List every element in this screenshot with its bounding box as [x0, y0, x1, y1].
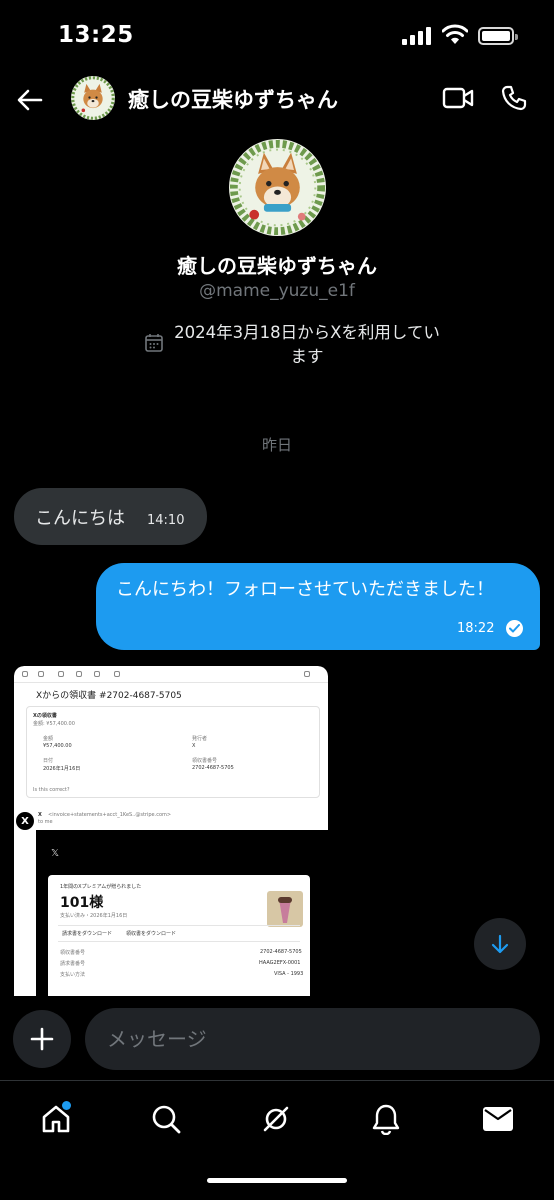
- message-time: 14:10: [147, 513, 185, 528]
- nav-grok[interactable]: [250, 1097, 302, 1141]
- wifi-icon: [442, 24, 468, 44]
- nav-notifications[interactable]: [360, 1097, 412, 1141]
- image-attachment[interactable]: Xからの領収書 #2702-4687-5705 Xの領収書 金額: ¥57,40…: [14, 666, 328, 996]
- profile-name: 癒しの豆柴ゆずちゃん: [177, 254, 377, 278]
- message-text: こんにちわ！フォローさせていただきました！: [116, 579, 494, 600]
- notification-dot: [62, 1101, 71, 1110]
- status-time: 13:25: [58, 22, 134, 48]
- video-call-button[interactable]: [440, 82, 476, 114]
- x-logo-icon: 𝕏: [51, 848, 60, 859]
- phone-icon: [501, 85, 527, 111]
- receipt-screenshot-top: Xからの領収書 #2702-4687-5705 Xの領収書 金額: ¥57,40…: [14, 666, 328, 808]
- receipt-subject: Xからの領収書 #2702-4687-5705: [36, 691, 182, 701]
- nav-search[interactable]: [140, 1097, 192, 1141]
- video-camera-icon: [442, 87, 474, 109]
- message-input[interactable]: [85, 1008, 540, 1070]
- scroll-to-bottom-button[interactable]: [474, 918, 526, 970]
- message-time: 18:22: [457, 621, 495, 636]
- battery-icon: [478, 27, 518, 45]
- nav-messages[interactable]: [472, 1097, 524, 1141]
- plus-icon: [30, 1027, 54, 1051]
- profile-avatar[interactable]: [229, 139, 326, 236]
- joined-text: 2024年3月18日からXを利用しています: [174, 323, 440, 366]
- back-button[interactable]: [10, 80, 50, 120]
- calendar-icon: [145, 334, 163, 352]
- header-name[interactable]: 癒しの豆柴ゆずちゃん: [128, 84, 338, 114]
- message-outgoing[interactable]: こんにちわ！フォローさせていただきました！ 18:22: [96, 563, 540, 650]
- mail-icon: [483, 1107, 513, 1131]
- date-divider: 昨日: [261, 436, 292, 454]
- home-indicator: [207, 1178, 347, 1183]
- arrow-down-icon: [491, 934, 509, 954]
- profile-handle: @mame_yuzu_e1f: [199, 281, 355, 301]
- message-text: こんにちは: [35, 508, 125, 529]
- voice-call-button[interactable]: [496, 80, 532, 116]
- add-attachment-button[interactable]: [13, 1010, 71, 1068]
- shiba-avatar-image: [71, 76, 115, 120]
- read-receipt-icon: [506, 620, 523, 637]
- status-bar: 13:25: [0, 0, 554, 72]
- email-receipt-card: 1年間のXプレミアムが贈られました 101様 支払い済み・2026年1月16日 …: [48, 875, 310, 996]
- conversation-header: 癒しの豆柴ゆずちゃん: [0, 72, 554, 126]
- header-avatar[interactable]: [71, 76, 115, 120]
- cellular-signal-icon: [402, 27, 431, 45]
- message-composer: [0, 1000, 554, 1078]
- x-sender-avatar: X: [16, 812, 34, 830]
- message-incoming[interactable]: こんにちは 14:10: [14, 488, 207, 545]
- receipt-card: Xの領収書 金額: ¥57,400.00 金額 ¥57,400.00 発行者 X…: [26, 706, 320, 798]
- nav-home[interactable]: [30, 1097, 82, 1141]
- bell-icon: [372, 1104, 400, 1135]
- search-icon: [152, 1105, 181, 1134]
- shiba-avatar-image: [229, 139, 326, 236]
- back-arrow-icon: [17, 89, 43, 111]
- product-thumbnail: [267, 891, 303, 927]
- email-body: 𝕏 1年間のXプレミアムが贈られました 101様 支払い済み・2026年1月16…: [36, 830, 328, 996]
- grok-icon: [263, 1106, 289, 1132]
